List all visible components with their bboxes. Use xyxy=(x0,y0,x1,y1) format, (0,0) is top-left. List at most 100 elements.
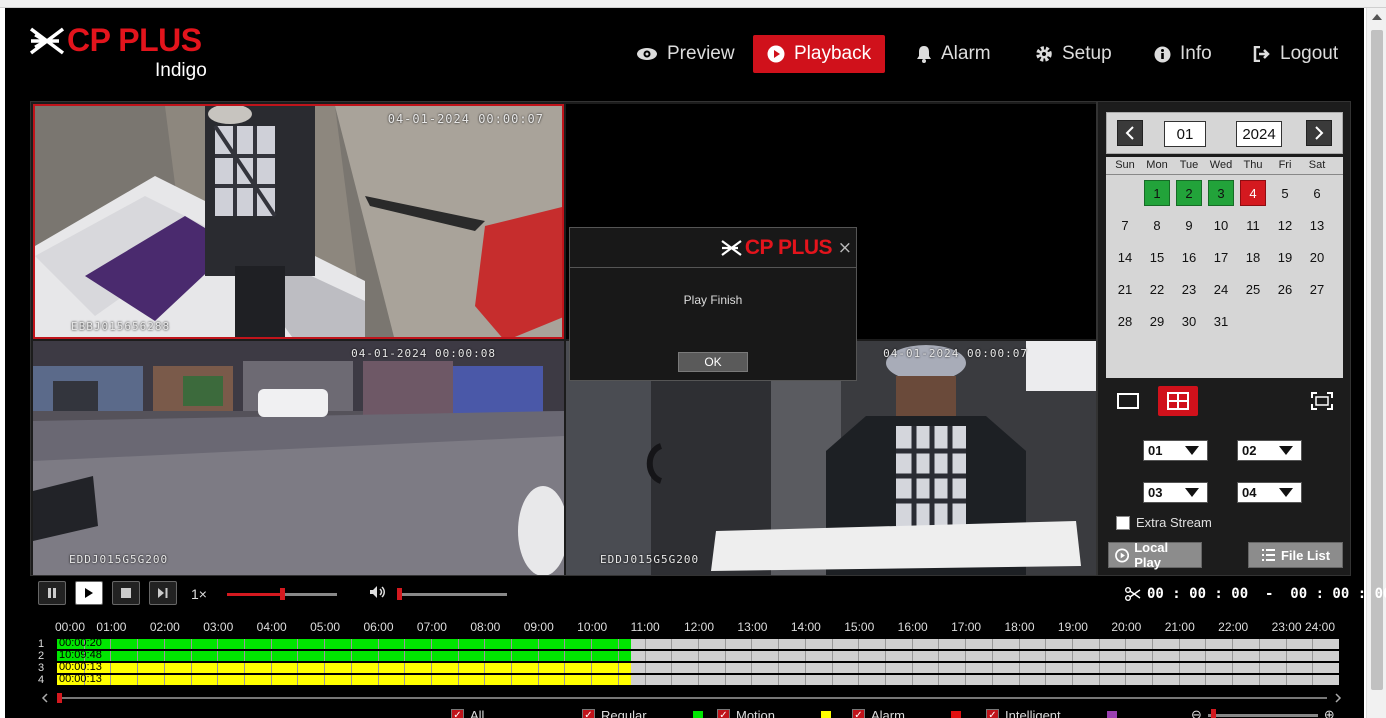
calendar-day[interactable]: 7 xyxy=(1112,212,1138,238)
channel-select-3[interactable]: 03 xyxy=(1143,482,1208,503)
legend-item[interactable]: ✓ All xyxy=(451,708,484,718)
nav-setup[interactable]: Setup xyxy=(1021,35,1126,73)
calendar-day[interactable]: 27 xyxy=(1304,276,1330,302)
legend-swatch xyxy=(821,710,832,718)
volume-icon[interactable] xyxy=(369,585,387,599)
video-tile-1[interactable]: 04-01-2024 00:00:07 EBBJ015656288 xyxy=(33,104,564,339)
next-month-button[interactable] xyxy=(1306,120,1332,146)
nav-preview[interactable]: Preview xyxy=(622,35,749,73)
playback-speed[interactable]: 1× xyxy=(191,586,207,602)
calendar-day[interactable]: 14 xyxy=(1112,244,1138,270)
video-tile-3[interactable]: 04-01-2024 00:00:08 EDDJ015G5G200 xyxy=(33,341,564,575)
calendar-day[interactable]: 19 xyxy=(1272,244,1298,270)
calendar-day[interactable]: 30 xyxy=(1176,308,1202,334)
chevron-left-icon[interactable] xyxy=(41,693,49,703)
stop-button[interactable] xyxy=(112,581,140,605)
calendar-day[interactable]: 16 xyxy=(1176,244,1202,270)
progress-slider-knob[interactable] xyxy=(280,588,285,600)
prev-month-button[interactable] xyxy=(1117,120,1143,146)
timeline-row[interactable]: 10:09:48 xyxy=(57,649,1339,661)
timeline-row[interactable]: 00:00:20 xyxy=(57,637,1339,649)
calendar-day[interactable]: 21 xyxy=(1112,276,1138,302)
calendar-day[interactable]: 6 xyxy=(1304,180,1330,206)
timeline-record-segment[interactable] xyxy=(57,651,632,661)
dialog-ok-button[interactable]: OK xyxy=(678,352,748,372)
legend-item[interactable]: ✓ Alarm xyxy=(852,708,961,718)
extra-stream-option[interactable]: Extra Stream xyxy=(1116,515,1212,530)
fullscreen-button[interactable] xyxy=(1304,386,1340,416)
timeline-channel-number: 2 xyxy=(38,650,45,662)
chevron-right-icon[interactable] xyxy=(1334,693,1342,703)
calendar-day[interactable]: 8 xyxy=(1144,212,1170,238)
timeline-scroll-knob[interactable] xyxy=(57,693,62,703)
calendar-day[interactable]: 9 xyxy=(1176,212,1202,238)
month-field[interactable]: 01 xyxy=(1164,121,1206,147)
zoom-slider-track[interactable] xyxy=(1207,709,1318,718)
nav-playback[interactable]: Playback xyxy=(753,35,886,73)
calendar-day[interactable]: 24 xyxy=(1208,276,1234,302)
calendar-day[interactable]: 28 xyxy=(1112,308,1138,334)
calendar-day[interactable]: 15 xyxy=(1144,244,1170,270)
timeline-record-segment[interactable] xyxy=(57,639,632,649)
zoom-in-icon[interactable]: ⊕ xyxy=(1324,708,1335,718)
nav-logout[interactable]: Logout xyxy=(1239,35,1352,73)
calendar-day[interactable]: 25 xyxy=(1240,276,1266,302)
layout-quad-button[interactable] xyxy=(1158,386,1198,416)
calendar-day[interactable]: 22 xyxy=(1144,276,1170,302)
timeline-record-segment[interactable] xyxy=(57,675,632,685)
dialog-close-icon[interactable]: × xyxy=(838,238,852,258)
timeline-scrollbar[interactable] xyxy=(41,691,1342,705)
nav-info[interactable]: Info xyxy=(1140,35,1226,73)
next-frame-button[interactable] xyxy=(149,581,177,605)
calendar-day[interactable]: 10 xyxy=(1208,212,1234,238)
calendar-day[interactable]: 11 xyxy=(1240,212,1266,238)
calendar-day[interactable]: 12 xyxy=(1272,212,1298,238)
calendar-day[interactable]: 2 xyxy=(1176,180,1202,206)
legend-checkbox[interactable]: ✓ xyxy=(852,709,865,718)
calendar-day[interactable]: 17 xyxy=(1208,244,1234,270)
calendar-day[interactable]: 1 xyxy=(1144,180,1170,206)
calendar-day[interactable]: 23 xyxy=(1176,276,1202,302)
calendar-day[interactable]: 5 xyxy=(1272,180,1298,206)
play-button[interactable] xyxy=(75,581,103,605)
calendar-day[interactable]: 18 xyxy=(1240,244,1266,270)
file-list-button[interactable]: File List xyxy=(1248,542,1343,568)
channel-select-1[interactable]: 01 xyxy=(1143,440,1208,461)
zoom-out-icon[interactable]: ⊖ xyxy=(1191,708,1202,718)
page-scrollbar[interactable] xyxy=(1366,8,1386,718)
channel-select-4[interactable]: 04 xyxy=(1237,482,1302,503)
year-field[interactable]: 2024 xyxy=(1236,121,1282,147)
calendar-day[interactable]: 20 xyxy=(1304,244,1330,270)
timeline-tick xyxy=(511,639,513,649)
legend-item[interactable]: ✓ Regular xyxy=(582,708,703,718)
zoom-slider-knob[interactable] xyxy=(1210,709,1216,718)
calendar-day[interactable]: 26 xyxy=(1272,276,1298,302)
scissors-icon[interactable] xyxy=(1125,587,1141,601)
calendar-day[interactable]: 3 xyxy=(1208,180,1234,206)
timeline-tick xyxy=(1285,675,1287,685)
calendar-day[interactable]: 4 xyxy=(1240,180,1266,206)
calendar-day[interactable]: 31 xyxy=(1208,308,1234,334)
legend-item[interactable]: ✓ Intelligent xyxy=(986,708,1117,718)
nav-alarm[interactable]: Alarm xyxy=(902,35,1005,73)
legend-checkbox[interactable]: ✓ xyxy=(986,709,999,718)
channel-select-2[interactable]: 02 xyxy=(1237,440,1302,461)
pause-button[interactable] xyxy=(38,581,66,605)
volume-slider-knob[interactable] xyxy=(397,588,402,600)
local-play-button[interactable]: Local Play xyxy=(1108,540,1202,570)
timeline-record-segment[interactable] xyxy=(57,663,632,673)
calendar-day[interactable]: 13 xyxy=(1304,212,1330,238)
timeline-hour-label: 08:00 xyxy=(470,620,501,634)
legend-item[interactable]: ✓ Motion xyxy=(717,708,832,718)
timeline-scroll-track[interactable] xyxy=(59,697,1327,699)
timeline-row[interactable]: 00:00:13 xyxy=(57,661,1339,673)
legend-checkbox[interactable]: ✓ xyxy=(717,709,730,718)
layout-single-button[interactable] xyxy=(1108,386,1148,416)
timeline-row[interactable]: 00:00:13 xyxy=(57,673,1339,685)
scroll-up-arrow-icon[interactable] xyxy=(1372,14,1382,20)
volume-slider-track[interactable] xyxy=(397,593,507,596)
extra-stream-checkbox[interactable] xyxy=(1116,515,1130,530)
calendar-day[interactable]: 29 xyxy=(1144,308,1170,334)
legend-checkbox[interactable]: ✓ xyxy=(582,709,595,718)
legend-checkbox[interactable]: ✓ xyxy=(451,709,464,718)
